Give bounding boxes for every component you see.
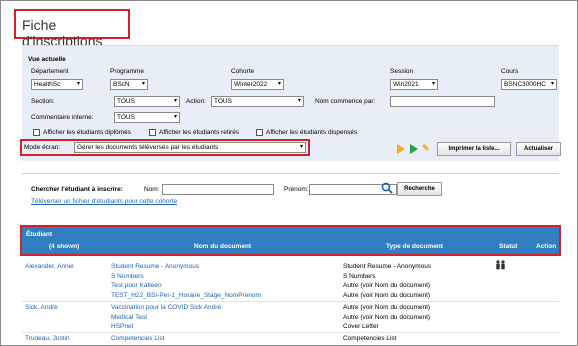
cohorte-label: Cohorte bbox=[231, 68, 255, 75]
window-frame: Fiche d'inscriptions Vue actuelle Départ… bbox=[0, 0, 578, 346]
student-link[interactable]: Alexander, Annie bbox=[25, 263, 74, 270]
document-type: Autre (voir Nom du document) bbox=[343, 304, 431, 311]
play-yellow-icon[interactable] bbox=[397, 144, 405, 154]
session-label: Session bbox=[390, 68, 414, 75]
document-link[interactable]: Competencies List bbox=[111, 335, 164, 342]
search-panel: Chercher l'étudiant à inscrire: Nom: Pré… bbox=[22, 173, 559, 209]
document-link[interactable]: Medical Test bbox=[111, 314, 147, 321]
section-select[interactable]: TOUS ▾ bbox=[114, 96, 180, 107]
nom-input[interactable] bbox=[162, 184, 274, 195]
page-title-box: Fiche d'inscriptions bbox=[14, 9, 130, 49]
action-select[interactable]: TOUS ▾ bbox=[211, 96, 304, 107]
document-link[interactable]: S Numbers bbox=[111, 273, 144, 280]
document-type: Autre (voir Nom du document) bbox=[343, 282, 431, 289]
upload-link[interactable]: Téléverser un fichier d'étudiants pour c… bbox=[31, 198, 177, 205]
programme-label: Programme bbox=[110, 68, 144, 75]
student-link[interactable]: Trudeau, Justin bbox=[25, 335, 70, 342]
checkbox-diplomes[interactable] bbox=[33, 129, 40, 136]
chevron-down-icon: ▾ bbox=[277, 81, 281, 87]
cours-select[interactable]: BSNC3000HC ▾ bbox=[501, 79, 557, 90]
checkbox-retires-label: Afficher les étudiants retirés bbox=[159, 129, 240, 136]
document-link[interactable]: TEST_H22_BSI-Per-1_Horaire_Stage_NomPren… bbox=[111, 292, 261, 299]
search-title: Chercher l'étudiant à inscrire: bbox=[31, 186, 123, 193]
session-select[interactable]: Win2021 ▾ bbox=[390, 79, 438, 90]
export-icon[interactable]: ✎ bbox=[422, 143, 431, 154]
nom-label: Nom: bbox=[144, 186, 160, 193]
document-type: Autre (voir Nom du document) bbox=[343, 314, 431, 321]
nom-commence-label: Nom commence par: bbox=[315, 98, 376, 105]
departement-select[interactable]: HealthSc ▾ bbox=[31, 79, 83, 90]
print-list-button[interactable]: Imprimer la liste... bbox=[437, 142, 511, 156]
document-link[interactable]: Vaccination pour la COVID Sick André bbox=[111, 304, 221, 311]
checkbox-diplomes-label: Afficher les étudiants diplômés bbox=[43, 129, 132, 136]
current-view-heading: Vue actuelle bbox=[28, 56, 66, 63]
search-button[interactable]: Recherche bbox=[397, 182, 442, 196]
play-green-icon[interactable] bbox=[410, 144, 418, 154]
programme-select[interactable]: BScN ▾ bbox=[110, 79, 148, 90]
document-type: S Numbers bbox=[343, 273, 376, 280]
refresh-button[interactable]: Actualiser bbox=[516, 142, 561, 156]
section-label: Section: bbox=[31, 98, 55, 105]
document-link[interactable]: Student Resume - Anonymous bbox=[111, 263, 199, 270]
document-link[interactable]: Test pour Katleen bbox=[111, 282, 162, 289]
document-type: Competencies List bbox=[343, 335, 397, 342]
cohorte-select[interactable]: Winter2022 ▾ bbox=[231, 79, 284, 90]
grid-header-highlight bbox=[20, 225, 561, 256]
search-icon[interactable] bbox=[381, 182, 393, 194]
chevron-down-icon: ▾ bbox=[173, 114, 177, 120]
document-link[interactable]: HSPnet bbox=[111, 323, 133, 330]
document-type: Student Resume - Anonymous bbox=[343, 263, 432, 270]
nom-commence-input[interactable] bbox=[390, 96, 495, 107]
commentaire-select[interactable]: TOUS ▾ bbox=[114, 112, 180, 123]
document-type: Autre (voir Nom du document) bbox=[343, 292, 431, 299]
chevron-down-icon: ▾ bbox=[173, 98, 177, 104]
checkbox-retires[interactable] bbox=[149, 129, 156, 136]
prenom-label: Prénom: bbox=[284, 186, 309, 193]
checkbox-dispenses-label: Afficher les étudiants dispensés bbox=[266, 129, 358, 136]
document-type: Cover Letter bbox=[343, 323, 379, 330]
checkbox-dispenses[interactable] bbox=[256, 129, 263, 136]
row-separator bbox=[22, 332, 559, 333]
mode-highlight bbox=[20, 139, 310, 156]
people-icon bbox=[496, 260, 505, 270]
action-label: Action: bbox=[186, 98, 206, 105]
departement-label: Département bbox=[31, 68, 69, 75]
row-separator bbox=[22, 301, 559, 302]
chevron-down-icon: ▾ bbox=[550, 81, 554, 87]
cours-label: Cours bbox=[501, 68, 519, 75]
chevron-down-icon: ▾ bbox=[76, 81, 80, 87]
chevron-down-icon: ▾ bbox=[141, 81, 145, 87]
chevron-down-icon: ▾ bbox=[431, 81, 435, 87]
chevron-down-icon: ▾ bbox=[297, 98, 301, 104]
student-link[interactable]: Sick, Andre bbox=[25, 304, 58, 311]
commentaire-label: Commentaire interne: bbox=[31, 114, 94, 121]
